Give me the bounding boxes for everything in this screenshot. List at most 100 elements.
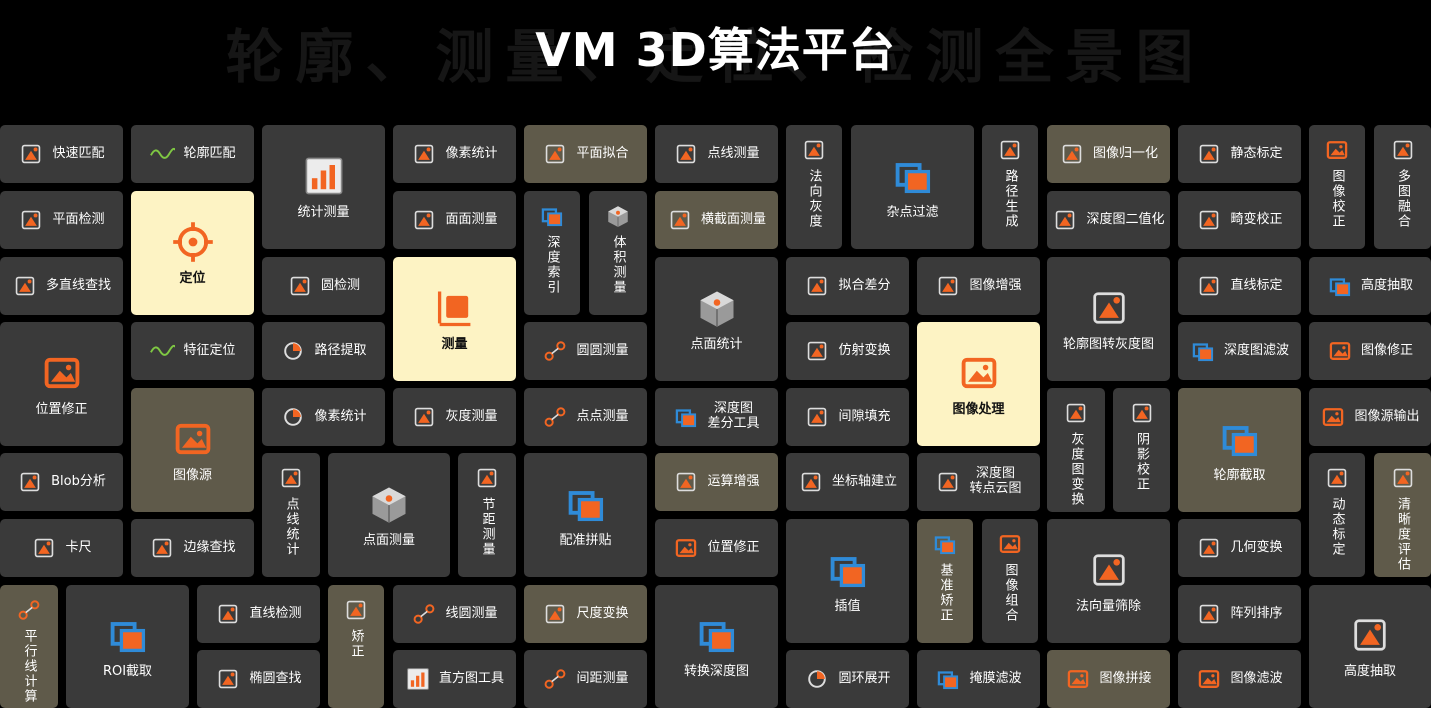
tool-tile-cube[interactable]: 体积测量 xyxy=(589,191,647,315)
tool-tile-point-cloud[interactable]: 深度图 转点云图 xyxy=(917,453,1040,511)
tool-tile-path[interactable]: 路径生成 xyxy=(982,125,1038,249)
tool-tile-gray-transform[interactable]: 灰度图变换 xyxy=(1047,388,1105,512)
tool-label: 点面测量 xyxy=(362,532,415,548)
tool-tile-image-correct[interactable]: 图像校正 xyxy=(1309,125,1365,249)
image-correct-icon xyxy=(1326,141,1348,159)
tool-tile-array-sort[interactable]: 阵列排序 xyxy=(1178,585,1301,643)
tool-tile-height-extract[interactable]: 高度抽取 xyxy=(1309,585,1431,708)
tool-tile-contour-crop[interactable]: 轮廓截取 xyxy=(1178,388,1301,512)
tool-tile-mask-filter[interactable]: 掩膜滤波 xyxy=(917,650,1040,708)
tool-tile-caliper[interactable]: 卡尺 xyxy=(0,519,123,577)
depth-diff-icon xyxy=(676,409,697,428)
tool-tile-normal-vector[interactable]: 法向量筛除 xyxy=(1047,519,1170,643)
tool-tile-binarize[interactable]: 深度图二值化 xyxy=(1047,191,1170,249)
tool-tile-gap-fill[interactable]: 间隙填充 xyxy=(786,388,909,446)
distortion-icon xyxy=(1200,210,1219,230)
tool-tile-point-line-stat[interactable]: 点线统计 xyxy=(262,453,320,577)
tool-tile-wave[interactable]: 特征定位 xyxy=(131,322,254,380)
tool-label: 图像源 xyxy=(172,467,212,483)
tool-tile-image[interactable]: 位置修正 xyxy=(0,322,123,446)
tool-tile-point-point[interactable]: 点点测量 xyxy=(524,388,647,446)
tool-tile-image-fix[interactable]: 图像修正 xyxy=(1309,322,1431,380)
tool-label: 位置修正 xyxy=(35,401,88,417)
cone-match-icon xyxy=(22,144,41,164)
tool-tile-two-circles[interactable]: 圆圆测量 xyxy=(524,322,647,380)
tool-tile-cross-section[interactable]: 横截面测量 xyxy=(655,191,778,249)
tool-tile-crosshair[interactable]: 定位 xyxy=(131,191,254,315)
tool-tile-axis[interactable]: 坐标轴建立 xyxy=(786,453,909,511)
tool-tile-roi[interactable]: ROI截取 xyxy=(66,585,189,708)
tool-tile-noise-filter[interactable]: 杂点过滤 xyxy=(851,125,974,249)
tool-tile-pixel-grid[interactable]: 像素统计 xyxy=(393,125,516,183)
tool-tile-bar-chart[interactable]: 统计测量 xyxy=(262,125,385,249)
tool-tile-image-gear[interactable]: 图像处理 xyxy=(917,322,1040,446)
tool-tile-blob[interactable]: Blob分析 xyxy=(0,453,123,511)
tool-tile-depth-filter[interactable]: 深度图滤波 xyxy=(1178,322,1301,380)
tool-tile-normalize[interactable]: 图像归一化 xyxy=(1047,125,1170,183)
tool-tile-line-circle[interactable]: 线圆测量 xyxy=(393,585,516,643)
tool-tile-ring-unwrap[interactable]: 圆环展开 xyxy=(786,650,909,708)
tool-tile-scale[interactable]: 尺度变换 xyxy=(524,585,647,643)
image-gear-icon xyxy=(961,357,996,388)
tool-tile-point-plane-stat[interactable]: 点面统计 xyxy=(655,257,778,381)
tool-tile-position-fix[interactable]: 位置修正 xyxy=(655,519,778,577)
tool-label: 掩膜滤波 xyxy=(969,670,1022,686)
tool-tile-affine[interactable]: 仿射变换 xyxy=(786,322,909,380)
tool-tile-geometry[interactable]: 几何变换 xyxy=(1178,519,1301,577)
tool-tile-hexagon[interactable]: 路径提取 xyxy=(262,322,385,380)
tool-tile-normal-gray[interactable]: 法向灰度 xyxy=(786,125,842,249)
tool-label: 路径提取 xyxy=(314,342,367,358)
tool-tile-depth-diff[interactable]: 深度图 差分工具 xyxy=(655,388,778,446)
tool-tile-gray-measure[interactable]: 灰度测量 xyxy=(393,388,516,446)
tool-tile-point-line[interactable]: 点线测量 xyxy=(655,125,778,183)
tool-tile-shadow[interactable]: 阴影校正 xyxy=(1113,388,1170,512)
tool-label: 直方图工具 xyxy=(438,670,504,686)
tool-tile-wave[interactable]: 轮廓匹配 xyxy=(131,125,254,183)
tool-label: 圆检测 xyxy=(320,277,360,293)
tool-tile-plane-detect[interactable]: 平面检测 xyxy=(0,191,123,249)
tool-tile-distortion[interactable]: 畸变校正 xyxy=(1178,191,1301,249)
tool-tile-interp[interactable]: 插值 xyxy=(786,519,909,643)
tool-tile-line-detect[interactable]: 直线检测 xyxy=(197,585,320,643)
tool-tile-image-filter[interactable]: 图像滤波 xyxy=(1178,650,1301,708)
tool-tile-image-combine[interactable]: 图像组合 xyxy=(982,519,1038,643)
tool-tile-layers[interactable]: 高度抽取 xyxy=(1309,257,1431,315)
tool-tile-sharpness[interactable]: 清晰度评估 xyxy=(1374,453,1431,577)
tool-tile-parallel[interactable]: 平行线计算 xyxy=(0,585,58,708)
tool-tile-image-out[interactable]: 图像源输出 xyxy=(1309,388,1431,446)
tool-tile-spacing[interactable]: 间距测量 xyxy=(524,650,647,708)
tool-tile-circle-detect[interactable]: 圆检测 xyxy=(262,257,385,315)
tool-tile-fit-diff[interactable]: 拟合差分 xyxy=(786,257,909,315)
wave-icon xyxy=(150,344,176,356)
tool-tile-cone-match[interactable]: 快速匹配 xyxy=(0,125,123,183)
tool-tile-pie[interactable]: 像素统计 xyxy=(262,388,385,446)
caliper-icon xyxy=(35,538,54,558)
tool-tile-image-stitch[interactable]: 图像拼接 xyxy=(1047,650,1170,708)
blob-icon xyxy=(20,472,40,492)
tool-tile-datum[interactable]: 基准矫正 xyxy=(917,519,973,643)
tool-tile-face-face[interactable]: 面面测量 xyxy=(393,191,516,249)
tool-tile-histogram[interactable]: 直方图工具 xyxy=(393,650,516,708)
tool-tile-pitch[interactable]: 节距测量 xyxy=(458,453,516,577)
tool-tile-correct[interactable]: 矫正 xyxy=(328,585,384,708)
tool-tile-dynamic-calib[interactable]: 动态标定 xyxy=(1309,453,1365,577)
tool-tile-contour-gray[interactable]: 轮廓图转灰度图 xyxy=(1047,257,1170,381)
tool-tile-measure[interactable]: 测量 xyxy=(393,257,516,381)
tool-tile-multi-line[interactable]: 多直线查找 xyxy=(0,257,123,315)
tool-tile-point-plane[interactable]: 点面测量 xyxy=(328,453,450,577)
tool-label: 点点测量 xyxy=(576,408,629,424)
tool-tile-register[interactable]: 配准拼贴 xyxy=(524,453,647,577)
tool-tile-plane-fit[interactable]: 平面拟合 xyxy=(524,125,647,183)
tool-tile-image[interactable]: 图像源 xyxy=(131,388,254,512)
point-line-icon xyxy=(677,144,696,164)
tool-tile-compute-enhance[interactable]: 运算增强 xyxy=(655,453,778,511)
tool-tile-ellipse[interactable]: 椭圆查找 xyxy=(197,650,320,708)
tool-tile-multi-image[interactable]: 多图融合 xyxy=(1374,125,1431,249)
tool-tile-static-calib[interactable]: 静态标定 xyxy=(1178,125,1301,183)
cross-section-icon xyxy=(670,210,690,230)
tool-tile-line-calib[interactable]: 直线标定 xyxy=(1178,257,1301,315)
tool-tile-depth-convert[interactable]: 转换深度图 xyxy=(655,585,778,708)
tool-tile-enhance[interactable]: 图像增强 xyxy=(917,257,1040,315)
tool-tile-edge-find[interactable]: 边缘查找 xyxy=(131,519,254,577)
tool-tile-depth-index[interactable]: 深度索引 xyxy=(524,191,580,315)
